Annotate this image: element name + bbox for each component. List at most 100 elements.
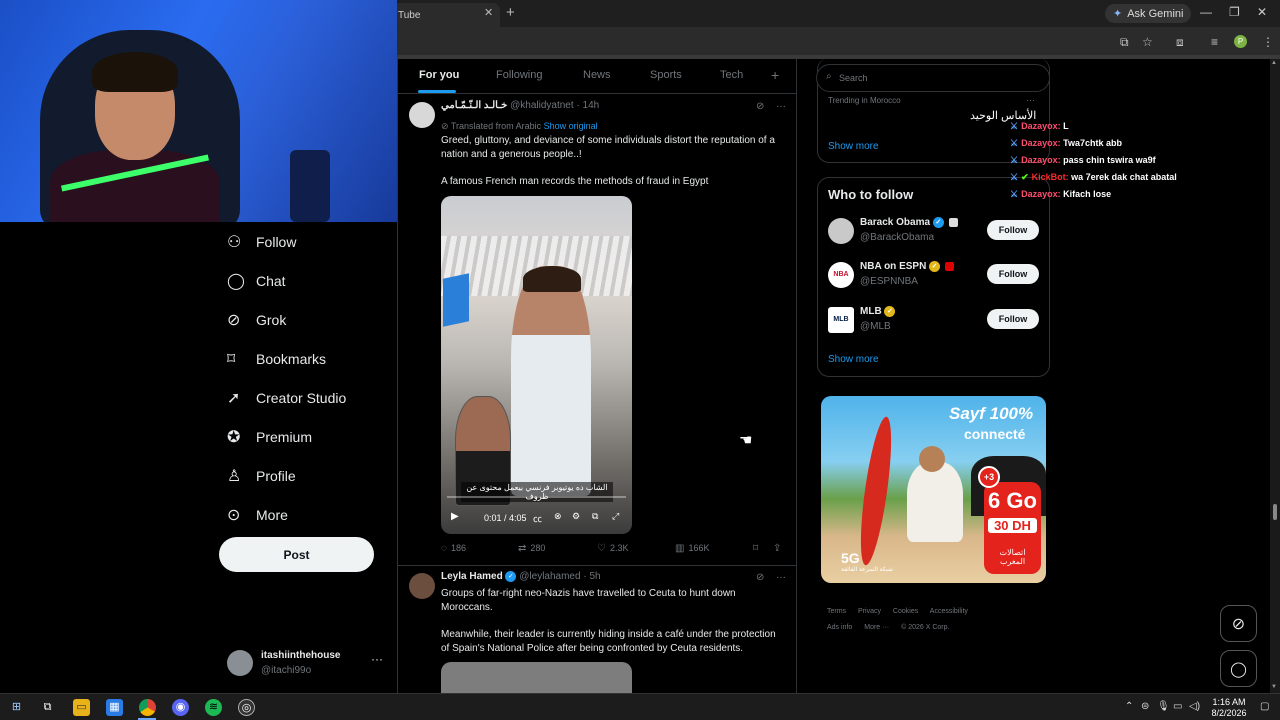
tab-for-you[interactable]: For you xyxy=(419,69,459,81)
tray-app-icon[interactable]: ⊜ xyxy=(1141,701,1149,712)
scrollbar-thumb[interactable] xyxy=(1273,504,1277,520)
avatar[interactable] xyxy=(828,218,854,244)
notification-icon[interactable]: ▢ xyxy=(1260,701,1269,712)
nav-item-grok[interactable]: ⊘ Grok xyxy=(218,300,393,339)
post-author-handle[interactable]: @leylahamed xyxy=(519,571,580,582)
repost-button[interactable]: ⇄ 280 xyxy=(518,543,545,554)
footer-link[interactable]: Ads info xyxy=(827,624,852,631)
post-button[interactable]: Post xyxy=(219,537,374,572)
more-dots-icon[interactable]: ··· xyxy=(371,652,383,666)
tab-sports[interactable]: Sports xyxy=(650,69,682,81)
post[interactable]: خـالـد الـنّـمّـامي @khalidyatnet · 14h … xyxy=(398,96,796,566)
scroll-up-arrow-icon[interactable]: ▲ xyxy=(1271,60,1277,66)
nav-item-chat[interactable]: ◯ Chat xyxy=(218,261,393,300)
mute-icon[interactable]: ⊗ xyxy=(554,511,562,522)
share-button[interactable]: ⇪ xyxy=(773,543,785,554)
more-dots-icon[interactable]: ··· xyxy=(1026,95,1035,105)
follow-suggestion[interactable]: Barack Obama ✓ @BarackObama Follow xyxy=(828,216,1043,248)
avatar[interactable] xyxy=(409,573,435,599)
post-media[interactable] xyxy=(441,662,632,693)
tab-tech[interactable]: Tech xyxy=(720,69,743,81)
network-icon[interactable]: ▭ xyxy=(1173,701,1182,712)
follow-suggestion[interactable]: NBA NBA on ESPN ✓ @ESPNNBA Follow xyxy=(828,260,1043,292)
gear-icon[interactable]: ⚙ xyxy=(572,511,580,522)
nav-item-profile[interactable]: ♙ Profile xyxy=(218,456,393,495)
post-author-name[interactable]: Leyla Hamed xyxy=(441,571,503,582)
new-tab-icon[interactable]: + xyxy=(506,4,515,21)
tab-close-icon[interactable]: ✕ xyxy=(484,6,493,19)
footer-link[interactable]: Terms xyxy=(827,608,846,615)
taskbar-time[interactable]: 1:16 AM xyxy=(1209,697,1249,707)
browser-menu-icon[interactable]: ⋮ xyxy=(1262,35,1274,49)
account-switcher[interactable]: itashiinthehouse @itachi99o ··· xyxy=(227,648,387,680)
who-to-follow-show-more-link[interactable]: Show more xyxy=(828,354,879,365)
follow-button[interactable]: Follow xyxy=(987,220,1039,240)
task-view-icon[interactable]: ⧉ xyxy=(39,699,56,716)
add-tab-icon[interactable]: + xyxy=(771,67,779,83)
tab-news[interactable]: News xyxy=(583,69,611,81)
follow-button[interactable]: Follow xyxy=(987,309,1039,329)
microphone-icon[interactable]: 🎙 xyxy=(1157,701,1170,712)
search-input[interactable]: ⌕ Search xyxy=(816,64,1050,92)
tab-following[interactable]: Following xyxy=(496,69,542,81)
nav-item-follow[interactable]: ⚇ Follow xyxy=(218,222,393,261)
discord-icon[interactable]: ◉ xyxy=(172,699,189,716)
file-explorer-icon[interactable]: ▭ xyxy=(73,699,90,716)
grok-analyze-icon[interactable]: ⊘ xyxy=(756,572,764,583)
reading-list-icon[interactable]: ≡ xyxy=(1211,35,1218,49)
windows-start-icon[interactable]: ⊞ xyxy=(8,699,25,716)
close-window-icon[interactable]: ✕ xyxy=(1257,5,1267,19)
post-author-name[interactable]: خـالـد الـنّـمّـامي xyxy=(441,100,507,111)
ask-gemini-button[interactable]: ✦ Ask Gemini xyxy=(1105,4,1192,23)
bookmark-button[interactable]: ⌑ xyxy=(753,543,762,554)
microsoft-store-icon[interactable]: ▦ xyxy=(106,699,123,716)
captions-icon[interactable]: ㏄ xyxy=(533,512,542,525)
nav-item-premium[interactable]: ✪ Premium xyxy=(218,417,393,456)
trend-show-more-link[interactable]: Show more xyxy=(828,141,879,152)
page-scrollbar[interactable] xyxy=(1270,59,1280,693)
follow-suggestion[interactable]: MLB MLB ✓ @MLB Follow xyxy=(828,305,1043,337)
chrome-icon[interactable] xyxy=(139,699,156,716)
minimize-icon[interactable]: — xyxy=(1200,5,1212,19)
grok-floating-button[interactable]: ⊘ xyxy=(1220,605,1257,642)
nav-item-more[interactable]: ⊙ More xyxy=(218,495,393,534)
avatar[interactable]: MLB xyxy=(828,307,854,333)
obs-icon[interactable]: ◎ xyxy=(238,699,255,716)
restore-icon[interactable]: ❐ xyxy=(1229,5,1240,19)
cast-icon[interactable]: ⧉ xyxy=(1120,35,1129,50)
grok-analyze-icon[interactable]: ⊘ xyxy=(756,101,764,112)
chat-floating-button[interactable]: ◯ xyxy=(1220,650,1257,687)
footer-link[interactable]: Accessibility xyxy=(930,608,968,615)
volume-icon[interactable]: ◁) xyxy=(1189,701,1200,712)
bookmark-star-icon[interactable]: ☆ xyxy=(1142,35,1153,49)
more-dots-icon[interactable]: ··· xyxy=(776,572,786,583)
follow-button[interactable]: Follow xyxy=(987,264,1039,284)
picture-in-picture-icon[interactable]: ⧉ xyxy=(592,511,598,522)
more-dots-icon[interactable]: ··· xyxy=(776,101,786,112)
extensions-icon[interactable]: ⧈ xyxy=(1176,35,1184,50)
video-player[interactable]: الشاب ده يوتيوبر فرنسي بيعمل محتوى عن ظر… xyxy=(441,196,632,534)
video-progress-bar[interactable] xyxy=(447,496,626,498)
post-time[interactable]: · 5h xyxy=(583,571,600,582)
avatar[interactable] xyxy=(409,102,435,128)
footer-link[interactable]: Privacy xyxy=(858,608,881,615)
spotify-icon[interactable]: ≋ xyxy=(205,699,222,716)
footer-link[interactable]: More ··· xyxy=(864,624,889,631)
views-button[interactable]: ▥ 166K xyxy=(675,543,709,554)
post-time[interactable]: · 14h xyxy=(576,100,599,111)
avatar[interactable]: NBA xyxy=(828,262,854,288)
like-button[interactable]: ♡ 2.3K xyxy=(597,543,628,554)
promoted-ad-banner[interactable]: Sayf 100% connecté 6 Go 30 DH اتصالات ال… xyxy=(821,396,1046,583)
play-icon[interactable]: ▶ xyxy=(451,511,459,522)
post-author-handle[interactable]: @khalidyatnet xyxy=(510,100,574,111)
tray-chevron-icon[interactable]: ⌃ xyxy=(1125,701,1133,712)
browser-profile-avatar[interactable]: P xyxy=(1234,35,1247,48)
reply-button[interactable]: ◌ 186 xyxy=(441,543,466,554)
fullscreen-icon[interactable]: ⤢ xyxy=(612,511,619,522)
nav-item-bookmarks[interactable]: ⌑ Bookmarks xyxy=(218,339,393,378)
nav-item-creator-studio[interactable]: ➚ Creator Studio xyxy=(218,378,393,417)
footer-link[interactable]: Cookies xyxy=(893,608,918,615)
post[interactable]: Leyla Hamed ✓ @leylahamed · 5h ⊘ ··· Gro… xyxy=(398,567,796,693)
show-original-link[interactable]: Show original xyxy=(544,121,598,131)
taskbar-date[interactable]: 8/2/2026 xyxy=(1206,708,1252,718)
